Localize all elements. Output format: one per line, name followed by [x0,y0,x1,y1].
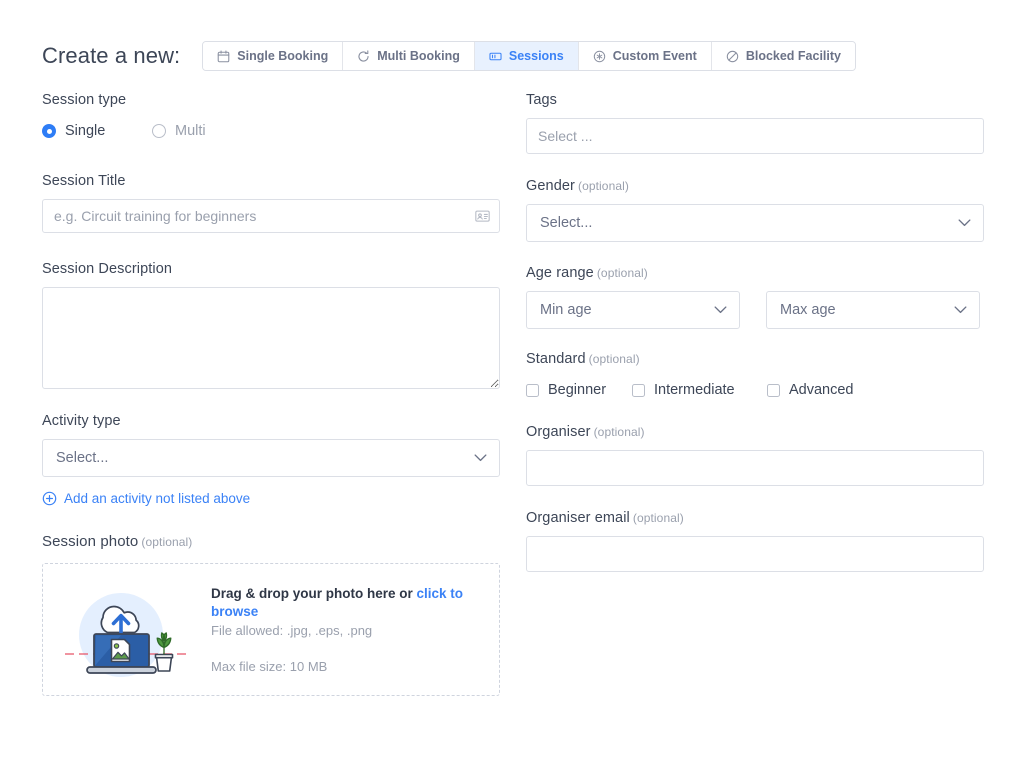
checkbox-option-intermediate[interactable]: Intermediate [632,382,767,398]
radio-label: Single [65,123,106,139]
photo-dropzone[interactable]: Drag & drop your photo here or click to … [42,563,500,696]
organiser-input[interactable] [526,450,984,486]
field-organiser-email: Organiser email (optional) [526,510,984,572]
checkbox-option-advanced[interactable]: Advanced [767,382,854,398]
session-photo-label: Session photo (optional) [42,533,500,550]
dropzone-text: Drag & drop your photo here or click to … [211,585,499,674]
min-age-select[interactable]: Min age [526,291,740,329]
checkbox-option-beginner[interactable]: Beginner [526,382,632,398]
organiser-optional: (optional) [593,425,645,439]
checkbox-indicator-beginner [526,383,539,397]
dropzone-file-allowed: File allowed: .jpg, .eps, .png [211,622,373,638]
tab-label: Single Booking [237,49,329,63]
session-type-label: Session type [42,92,127,108]
session-description-label: Session Description [42,261,173,277]
field-gender: Gender (optional) Select... [526,178,984,242]
dropzone-main-text: Drag & drop your photo here or click to … [211,585,485,620]
cloud-upload-laptop-illustration [43,577,211,683]
age-range-label: Age range (optional) [526,265,984,281]
field-standard: Standard (optional) Beginner Intermediate… [526,351,984,398]
gender-label-text: Gender [526,178,575,194]
organiser-label: Organiser (optional) [526,424,984,440]
session-photo-optional: (optional) [141,535,193,549]
radio-option-multi[interactable]: Multi [152,123,206,139]
tab-label: Multi Booking [377,49,460,63]
field-age-range: Age range (optional) Min age Max age [526,265,984,329]
tags-input[interactable] [526,118,984,154]
gender-value: Select... [540,215,593,231]
tab-label: Sessions [508,49,564,63]
checkbox-label: Advanced [789,382,854,398]
create-session-page: Create a new: Single Booking Multi Booki… [0,0,1024,759]
tab-custom-event[interactable]: Custom Event [578,42,712,70]
activity-type-select[interactable]: Select... [42,439,500,477]
tags-label: Tags [526,92,558,108]
tab-label: Blocked Facility [745,49,841,63]
field-session-description: Session Description [42,261,500,389]
activity-type-label: Activity type [42,413,121,429]
session-description-textarea[interactable] [42,287,500,389]
add-activity-link[interactable]: Add an activity not listed above [42,491,250,506]
plus-circle-icon [42,491,57,506]
radio-indicator-multi [152,124,166,138]
left-column: Session type Single Multi Session Title [42,92,500,696]
age-range-label-text: Age range [526,265,594,281]
gender-optional: (optional) [577,179,629,193]
standard-optional: (optional) [588,352,640,366]
refresh-icon [357,49,370,63]
create-type-tabbar: Single Booking Multi Booking Sessions Cu… [202,41,856,71]
tab-multi-booking[interactable]: Multi Booking [343,42,475,70]
gender-select[interactable]: Select... [526,204,984,242]
field-organiser: Organiser (optional) [526,424,984,486]
right-column: Tags Gender(optional) Select... [526,92,984,572]
tab-label: Custom Event [612,49,697,63]
organiser-email-label: Organiser email (optional) [526,510,984,526]
add-activity-row: Add an activity not listed above [42,491,500,511]
star-circle-icon [593,50,606,63]
checkbox-label: Beginner [548,382,607,398]
session-photo-label-text: Session photo [42,533,139,550]
radio-indicator-single [42,124,56,138]
add-activity-link-label: Add an activity not listed above [64,491,251,506]
min-age-value: Min age [540,302,592,318]
session-title-label: Session Title [42,173,126,189]
page-title: Create a new: [42,43,181,68]
ticket-icon [489,50,502,63]
organiser-email-label-text: Organiser email [526,510,630,526]
radio-option-single[interactable]: Single [42,123,152,139]
organiser-email-input[interactable] [526,536,984,572]
max-age-value: Max age [780,302,836,318]
session-type-radio-group: Single Multi [42,123,500,139]
checkbox-label: Intermediate [654,382,735,398]
session-title-input[interactable] [42,199,500,233]
standard-label-text: Standard [526,351,586,367]
tab-blocked-facility[interactable]: Blocked Facility [711,42,855,70]
tab-sessions[interactable]: Sessions [474,42,579,70]
tab-single-booking[interactable]: Single Booking [203,42,344,70]
radio-label: Multi [175,123,206,139]
checkbox-indicator-intermediate [632,383,645,397]
checkbox-indicator-advanced [767,383,780,397]
field-session-photo: Session photo (optional) Drag & drop you… [42,533,500,696]
blocked-icon [726,50,739,63]
standard-label: Standard (optional) [526,351,984,367]
page-header: Create a new: Single Booking Multi Booki… [42,41,856,71]
activity-type-value: Select... [56,450,109,466]
dropzone-drag-text: Drag & drop your photo here or [211,586,417,602]
field-activity-type: Activity type Select... [42,413,500,477]
calendar-icon [217,50,230,63]
max-age-select[interactable]: Max age [766,291,980,329]
field-tags: Tags [526,92,984,154]
organiser-label-text: Organiser [526,424,591,440]
organiser-email-optional: (optional) [632,511,684,525]
field-session-type: Session type Single Multi [42,92,500,139]
standard-checkbox-group: Beginner Intermediate Advanced [526,382,984,398]
gender-label: Gender (optional) [526,178,984,194]
age-range-optional: (optional) [596,266,648,280]
field-session-title: Session Title [42,173,500,233]
dropzone-max-size: Max file size: 10 MB [211,658,328,674]
